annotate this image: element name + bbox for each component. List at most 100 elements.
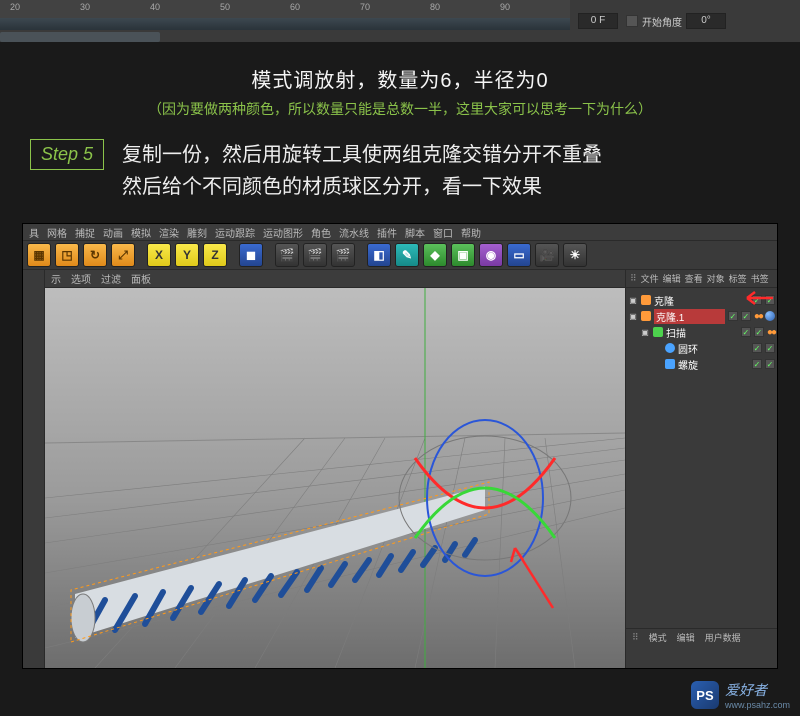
c4d-window: 具 网格 捕捉 动画 模拟 渲染 雕刻 运动跟踪 运动图形 角色 流水线 插件 …: [22, 223, 778, 669]
menu-item[interactable]: 运动图形: [263, 225, 303, 240]
menu-item[interactable]: 动画: [103, 225, 123, 240]
instruction-block: 模式调放射，数量为6，半径为0 （因为要做两种颜色，所以数量只能是总数一半，这里…: [0, 44, 800, 135]
tick: 80: [430, 2, 440, 12]
tree-toggle-icon[interactable]: ▣: [628, 296, 638, 305]
tick: 70: [360, 2, 370, 12]
menu-item[interactable]: 渲染: [159, 225, 179, 240]
menu-item[interactable]: 插件: [377, 225, 397, 240]
tree-item-helix[interactable]: 螺旋 ✓ ✓: [628, 356, 775, 372]
visibility-toggle[interactable]: ✓: [765, 359, 775, 369]
object-manager-panel: ⠿ 文件 编辑 查看 对象 标签 书签 ▣ 克隆 ✓ ✓ ▣: [625, 270, 777, 668]
clapper-icon[interactable]: 🎬: [275, 243, 299, 267]
clapper-icon[interactable]: 🎬: [331, 243, 355, 267]
menu-item[interactable]: 窗口: [433, 225, 453, 240]
tree-item-sweep[interactable]: ▣ 扫描 ✓ ✓ ●●: [628, 324, 775, 340]
frame-field[interactable]: 0 F: [578, 13, 618, 29]
tree-toggle-icon[interactable]: ▣: [628, 312, 638, 321]
array-icon[interactable]: ◉: [479, 243, 503, 267]
tag-dots-icon[interactable]: ●●: [754, 311, 762, 322]
circle-spline-icon: [665, 343, 675, 353]
menu-item[interactable]: 网格: [47, 225, 67, 240]
tool-axis-icon[interactable]: ◳: [55, 243, 79, 267]
tool-select-icon[interactable]: ▦: [27, 243, 51, 267]
cube-icon[interactable]: ◼: [239, 243, 263, 267]
visibility-toggle[interactable]: ✓: [752, 359, 762, 369]
camera-icon[interactable]: 🎥: [535, 243, 559, 267]
visibility-toggle[interactable]: ✓: [752, 343, 762, 353]
app-body: 示 选项 过滤 面板: [23, 270, 777, 668]
panel-tab[interactable]: 查看: [685, 272, 703, 285]
panel-tab[interactable]: 对象: [707, 272, 725, 285]
attr-tab[interactable]: 编辑: [677, 631, 695, 644]
axis-x-button[interactable]: X: [147, 243, 171, 267]
menubar: 具 网格 捕捉 动画 模拟 渲染 雕刻 运动跟踪 运动图形 角色 流水线 插件 …: [23, 224, 777, 241]
tool-rotate-icon[interactable]: ↻: [83, 243, 107, 267]
visibility-toggle[interactable]: ✓: [741, 327, 751, 337]
material-tag-icon[interactable]: [765, 311, 775, 321]
attr-tab[interactable]: 用户数据: [705, 631, 741, 644]
start-angle-label: 开始角度: [642, 14, 682, 29]
panel-tab[interactable]: 文件: [641, 272, 659, 285]
view-menu-item[interactable]: 示: [51, 271, 61, 286]
timeline-ruler[interactable]: 20 30 40 50 60 70 80 90: [0, 0, 570, 18]
timeline-bar[interactable]: [0, 18, 570, 30]
tree-label: 克隆: [654, 293, 749, 308]
brush-icon[interactable]: ✎: [395, 243, 419, 267]
step-row: Step 5 复制一份，然后用旋转工具使两组克隆交错分开不重叠 然后给个不同颜色…: [0, 135, 800, 217]
visibility-toggle[interactable]: ✓: [741, 311, 751, 321]
clone-icon: [641, 295, 651, 305]
helix-spline-icon: [665, 359, 675, 369]
watermark-text: 爱好者: [725, 680, 790, 700]
tag-dots-icon[interactable]: ●●: [767, 327, 775, 338]
viewport-3d[interactable]: [45, 288, 625, 668]
tree-item-circle[interactable]: 圆环 ✓ ✓: [628, 340, 775, 356]
primitive-cube-icon[interactable]: ◧: [367, 243, 391, 267]
tick: 30: [80, 2, 90, 12]
panel-tab[interactable]: 书签: [751, 272, 769, 285]
clapper-icon[interactable]: 🎬: [303, 243, 327, 267]
menu-item[interactable]: 流水线: [339, 225, 369, 240]
left-tool-strip: [23, 270, 45, 668]
start-angle-field[interactable]: 0°: [686, 13, 726, 29]
visibility-toggle[interactable]: ✓: [752, 295, 762, 305]
menu-item[interactable]: 帮助: [461, 225, 481, 240]
axis-y-button[interactable]: Y: [175, 243, 199, 267]
generator-icon[interactable]: ◆: [423, 243, 447, 267]
visibility-toggle[interactable]: ✓: [754, 327, 764, 337]
view-menu-item[interactable]: 面板: [131, 271, 151, 286]
visibility-toggle[interactable]: ✓: [765, 295, 775, 305]
sweep-icon: [653, 327, 663, 337]
panel-tab[interactable]: 编辑: [663, 272, 681, 285]
main-toolbar: ▦ ◳ ↻ ⤢ X Y Z ◼ 🎬 🎬 🎬 ◧ ✎ ◆ ▣ ◉ ▭ 🎥 ☀: [23, 241, 777, 270]
param-icon: [626, 15, 638, 27]
visibility-toggle[interactable]: ✓: [728, 311, 738, 321]
menu-item[interactable]: 模拟: [131, 225, 151, 240]
view-menu-item[interactable]: 选项: [71, 271, 91, 286]
axis-z-button[interactable]: Z: [203, 243, 227, 267]
attr-tab[interactable]: 模式: [649, 631, 667, 644]
start-angle-group: 开始角度 0°: [626, 13, 726, 29]
menu-item[interactable]: 脚本: [405, 225, 425, 240]
tree-item-clone[interactable]: ▣ 克隆 ✓ ✓: [628, 292, 775, 308]
step-text: 复制一份，然后用旋转工具使两组克隆交错分开不重叠 然后给个不同颜色的材质球区分开…: [122, 139, 770, 203]
tick: 60: [290, 2, 300, 12]
menu-item[interactable]: 捕捉: [75, 225, 95, 240]
timeline-range-pill[interactable]: [0, 32, 160, 42]
plane-icon[interactable]: ▭: [507, 243, 531, 267]
menu-item[interactable]: 雕刻: [187, 225, 207, 240]
panel-tab[interactable]: 标签: [729, 272, 747, 285]
light-icon[interactable]: ☀: [563, 243, 587, 267]
panel-spacer: [626, 376, 777, 628]
tick: 40: [150, 2, 160, 12]
deformer-icon[interactable]: ▣: [451, 243, 475, 267]
tick: 20: [10, 2, 20, 12]
tool-scale-icon[interactable]: ⤢: [111, 243, 135, 267]
tree-label: 螺旋: [678, 357, 749, 372]
view-menu-item[interactable]: 过滤: [101, 271, 121, 286]
menu-item[interactable]: 角色: [311, 225, 331, 240]
tree-item-clone-1[interactable]: ▣ 克隆.1 ✓ ✓ ●●: [628, 308, 775, 324]
menu-item[interactable]: 具: [29, 225, 39, 240]
visibility-toggle[interactable]: ✓: [765, 343, 775, 353]
tree-toggle-icon[interactable]: ▣: [640, 328, 650, 337]
menu-item[interactable]: 运动跟踪: [215, 225, 255, 240]
